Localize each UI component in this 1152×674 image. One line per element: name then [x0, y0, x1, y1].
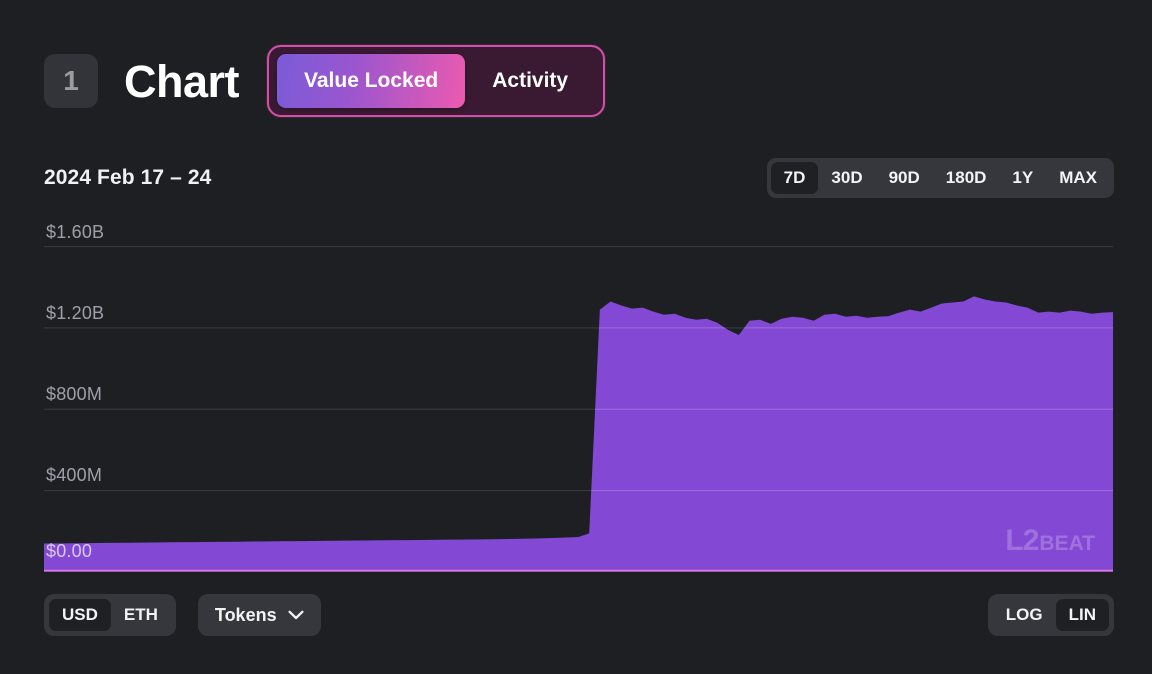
chart-canvas[interactable] — [44, 212, 1113, 572]
footer-left-group: USD ETH Tokens — [44, 594, 321, 636]
section-number-badge: 1 — [44, 54, 98, 108]
chart-footer-controls: USD ETH Tokens LOG LIN — [44, 594, 1114, 636]
chevron-down-icon — [288, 610, 304, 620]
date-range-label: 2024 Feb 17 – 24 — [44, 166, 212, 189]
area-series — [44, 296, 1113, 572]
currency-usd[interactable]: USD — [49, 599, 111, 631]
currency-selector: USD ETH — [44, 594, 176, 636]
panel-header: 1 Chart Value Locked Activity — [44, 44, 606, 118]
time-range-selector: 7D 30D 90D 180D 1Y MAX — [766, 158, 1114, 198]
tokens-dropdown-label: Tokens — [214, 604, 277, 625]
scale-log[interactable]: LOG — [993, 599, 1056, 631]
tab-activity[interactable]: Activity — [465, 54, 595, 108]
range-max[interactable]: MAX — [1046, 162, 1110, 194]
range-30d[interactable]: 30D — [818, 162, 875, 194]
page-title: Chart — [124, 55, 240, 107]
range-1y[interactable]: 1Y — [999, 162, 1046, 194]
tab-value-locked[interactable]: Value Locked — [277, 54, 466, 108]
value-locked-chart[interactable]: $1.60B $1.20B $800M $400M $0.00 L2 BEAT — [44, 212, 1113, 572]
tokens-dropdown[interactable]: Tokens — [197, 594, 321, 636]
currency-eth[interactable]: ETH — [111, 599, 171, 631]
range-7d[interactable]: 7D — [770, 162, 819, 194]
chart-subheader: 2024 Feb 17 – 24 7D 30D 90D 180D 1Y MAX — [44, 158, 1114, 198]
chart-tabs: Value Locked Activity — [267, 45, 606, 117]
chart-panel: 1 Chart Value Locked Activity 2024 Feb 1… — [0, 0, 1152, 674]
scale-selector: LOG LIN — [987, 594, 1114, 636]
range-90d[interactable]: 90D — [876, 162, 933, 194]
range-180d[interactable]: 180D — [933, 162, 1000, 194]
scale-lin[interactable]: LIN — [1055, 599, 1109, 631]
